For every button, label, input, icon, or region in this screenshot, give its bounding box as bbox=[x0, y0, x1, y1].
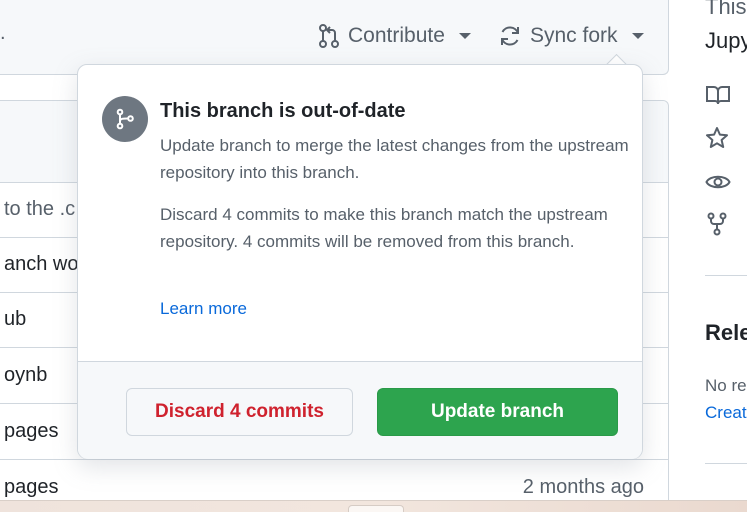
sync-fork-label: Sync fork bbox=[530, 24, 618, 47]
about-line: Jupy bbox=[705, 28, 747, 53]
discard-commits-button[interactable]: Discard 4 commits bbox=[126, 388, 353, 436]
popover-title: This branch is out-of-date bbox=[160, 100, 406, 122]
update-description: Update branch to merge the latest change… bbox=[160, 136, 629, 182]
sync-fork-popover: This branch is out-of-date Update branch… bbox=[77, 64, 643, 459]
update-branch-button[interactable]: Update branch bbox=[377, 388, 618, 436]
popover-actions: Discard 4 commits Update branch bbox=[78, 361, 642, 459]
contribute-label: Contribute bbox=[348, 24, 445, 47]
releases-heading[interactable]: Rele bbox=[705, 320, 747, 346]
book-icon[interactable] bbox=[705, 83, 730, 107]
commit-time: 2 months ago bbox=[522, 476, 644, 498]
commit-message: to the .c bbox=[4, 198, 76, 220]
chevron-down-icon bbox=[458, 33, 471, 39]
divider bbox=[705, 463, 747, 464]
about-description: This Jupy bbox=[705, 0, 747, 58]
repo-sidebar: This Jupy Rele No re Creat bbox=[669, 0, 747, 512]
file-name[interactable]: ub bbox=[4, 308, 26, 331]
discard-description: Discard 4 commits to make this branch ma… bbox=[160, 205, 608, 251]
create-release-link[interactable]: Creat bbox=[705, 403, 747, 423]
sync-icon bbox=[498, 24, 522, 48]
file-name[interactable]: oynb bbox=[4, 364, 47, 387]
fork-icon[interactable] bbox=[705, 212, 729, 236]
divider bbox=[705, 275, 747, 276]
file-name[interactable]: pages bbox=[4, 476, 59, 499]
star-icon[interactable] bbox=[705, 126, 729, 150]
taskbar-tab[interactable] bbox=[348, 505, 404, 512]
file-name[interactable]: pages bbox=[4, 420, 59, 443]
git-branch-icon bbox=[102, 96, 148, 142]
pull-request-icon bbox=[318, 24, 340, 48]
no-releases-text: No re bbox=[705, 376, 747, 395]
learn-more-link[interactable]: Learn more bbox=[160, 299, 247, 319]
file-name[interactable]: anch wo bbox=[4, 253, 79, 276]
about-line: This bbox=[705, 0, 747, 19]
truncated-text: . bbox=[0, 22, 6, 44]
contribute-button[interactable]: Contribute bbox=[318, 18, 471, 54]
sync-fork-button[interactable]: Sync fork bbox=[498, 18, 644, 54]
chevron-down-icon bbox=[631, 33, 644, 39]
eye-icon[interactable] bbox=[705, 170, 731, 194]
